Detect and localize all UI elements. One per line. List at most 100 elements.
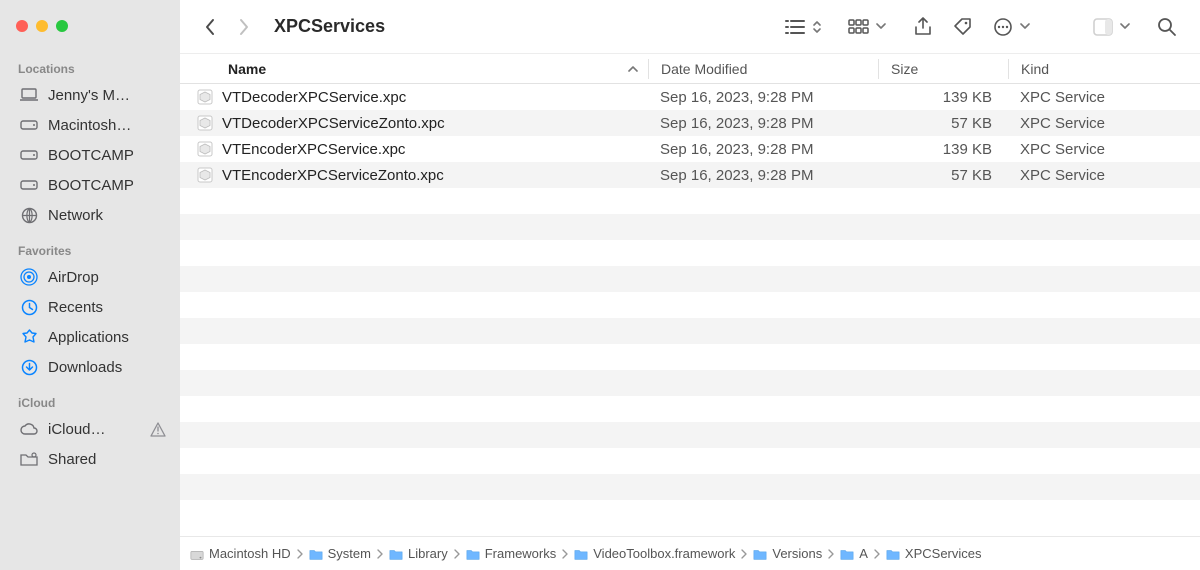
- file-row[interactable]: VTDecoderXPCServiceZonto.xpc Sep 16, 2023…: [180, 110, 1200, 136]
- empty-row: [180, 422, 1200, 448]
- globe-icon: [20, 206, 38, 224]
- sidebar-item-bootcamp-2[interactable]: BOOTCAMP: [0, 170, 180, 200]
- sidebar-item-label: iCloud…: [48, 421, 106, 438]
- path-segment[interactable]: Library: [389, 546, 448, 561]
- tags-button[interactable]: [946, 12, 980, 42]
- file-date: Sep 16, 2023, 9:28 PM: [648, 141, 878, 158]
- chevron-down-icon: [876, 23, 886, 31]
- sidebar-item-label: Downloads: [48, 359, 122, 376]
- download-icon: [20, 358, 38, 376]
- empty-row: [180, 396, 1200, 422]
- disk-icon: [190, 548, 204, 560]
- sidebar-item-airdrop[interactable]: AirDrop: [0, 262, 180, 292]
- file-size: 139 KB: [878, 89, 1008, 106]
- forward-button[interactable]: [230, 13, 258, 41]
- minimize-window-button[interactable]: [36, 20, 48, 32]
- file-row[interactable]: VTDecoderXPCService.xpc Sep 16, 2023, 9:2…: [180, 84, 1200, 110]
- folder-icon: [466, 548, 480, 560]
- fullscreen-window-button[interactable]: [56, 20, 68, 32]
- empty-row: [180, 448, 1200, 474]
- sidebar-item-label: Applications: [48, 329, 129, 346]
- column-header-kind[interactable]: Kind: [1008, 59, 1200, 79]
- path-segment[interactable]: A: [840, 546, 868, 561]
- path-label: System: [328, 546, 371, 561]
- actions-menu[interactable]: [986, 12, 1030, 42]
- shared-folder-icon: [20, 450, 38, 468]
- chevron-down-icon: [1020, 23, 1030, 31]
- path-segment[interactable]: Frameworks: [466, 546, 557, 561]
- close-window-button[interactable]: [16, 20, 28, 32]
- path-segment[interactable]: System: [309, 546, 371, 561]
- view-list-control[interactable]: [778, 12, 822, 42]
- column-header-row: Name Date Modified Size Kind: [180, 54, 1200, 84]
- sidebar-item-downloads[interactable]: Downloads: [0, 352, 180, 382]
- path-bar: Macintosh HD System Library Frameworks Video…: [180, 536, 1200, 570]
- file-date: Sep 16, 2023, 9:28 PM: [648, 89, 878, 106]
- xpc-file-icon: [196, 140, 214, 158]
- column-label: Size: [891, 61, 918, 77]
- path-separator-icon: [377, 549, 383, 559]
- path-separator-icon: [741, 549, 747, 559]
- main-pane: XPCServices Name Date Modified Size: [180, 0, 1200, 570]
- sidebar-item-bootcamp-1[interactable]: BOOTCAMP: [0, 140, 180, 170]
- sidebar-item-label: Macintosh…: [48, 117, 131, 134]
- column-label: Date Modified: [661, 61, 747, 77]
- file-name: VTEncoderXPCService.xpc: [222, 141, 405, 158]
- sidebar-item-label: Shared: [48, 451, 96, 468]
- group-by-control[interactable]: [842, 12, 886, 42]
- column-header-date[interactable]: Date Modified: [648, 59, 878, 79]
- xpc-file-icon: [196, 88, 214, 106]
- path-label: VideoToolbox.framework: [593, 546, 735, 561]
- hdd-icon: [20, 146, 38, 164]
- empty-row: [180, 292, 1200, 318]
- updown-icon: [812, 19, 822, 35]
- file-kind: XPC Service: [1008, 89, 1200, 106]
- column-label: Name: [228, 61, 266, 77]
- path-segment[interactable]: VideoToolbox.framework: [574, 546, 735, 561]
- sidebar-item-jennys-mac[interactable]: Jenny's M…: [0, 80, 180, 110]
- empty-row: [180, 474, 1200, 500]
- inspector-toggle[interactable]: [1086, 12, 1130, 42]
- file-date: Sep 16, 2023, 9:28 PM: [648, 167, 878, 184]
- sidebar-item-label: BOOTCAMP: [48, 177, 134, 194]
- empty-row: [180, 344, 1200, 370]
- path-segment[interactable]: Versions: [753, 546, 822, 561]
- back-button[interactable]: [196, 13, 224, 41]
- column-header-name[interactable]: Name: [180, 61, 648, 77]
- empty-row: [180, 370, 1200, 396]
- sidebar-item-macintosh-hd[interactable]: Macintosh…: [0, 110, 180, 140]
- xpc-file-icon: [196, 114, 214, 132]
- hdd-icon: [20, 176, 38, 194]
- share-button[interactable]: [906, 12, 940, 42]
- file-list: VTDecoderXPCService.xpc Sep 16, 2023, 9:2…: [180, 84, 1200, 536]
- sidebar-item-network[interactable]: Network: [0, 200, 180, 230]
- path-segment[interactable]: Macintosh HD: [190, 546, 291, 561]
- sidebar-item-label: Network: [48, 207, 103, 224]
- file-size: 139 KB: [878, 141, 1008, 158]
- path-label: Versions: [772, 546, 822, 561]
- clock-icon: [20, 298, 38, 316]
- column-header-size[interactable]: Size: [878, 59, 1008, 79]
- sidebar-item-label: Recents: [48, 299, 103, 316]
- path-segment[interactable]: XPCServices: [886, 546, 982, 561]
- empty-row: [180, 266, 1200, 292]
- file-row[interactable]: VTEncoderXPCServiceZonto.xpcSep 16, 2023…: [180, 162, 1200, 188]
- path-separator-icon: [562, 549, 568, 559]
- inspector-icon: [1086, 12, 1120, 42]
- file-size: 57 KB: [878, 115, 1008, 132]
- sidebar-item-shared[interactable]: Shared: [0, 444, 180, 474]
- file-name: VTDecoderXPCServiceZonto.xpc: [222, 115, 445, 132]
- window-controls: [0, 12, 180, 52]
- file-date: Sep 16, 2023, 9:28 PM: [648, 115, 878, 132]
- sidebar: Locations Jenny's M… Macintosh… BOOTCAMP…: [0, 0, 180, 570]
- search-button[interactable]: [1150, 12, 1184, 42]
- sidebar-section-icloud: iCloud iCloud… Shared: [0, 386, 180, 478]
- empty-row: [180, 188, 1200, 214]
- folder-icon: [309, 548, 323, 560]
- list-view-icon: [778, 12, 812, 42]
- sidebar-item-applications[interactable]: Applications: [0, 322, 180, 352]
- sidebar-item-recents[interactable]: Recents: [0, 292, 180, 322]
- sidebar-item-icloud-drive[interactable]: iCloud…: [0, 414, 180, 444]
- file-name: VTDecoderXPCService.xpc: [222, 89, 406, 106]
- file-row[interactable]: VTEncoderXPCService.xpc Sep 16, 2023, 9:2…: [180, 136, 1200, 162]
